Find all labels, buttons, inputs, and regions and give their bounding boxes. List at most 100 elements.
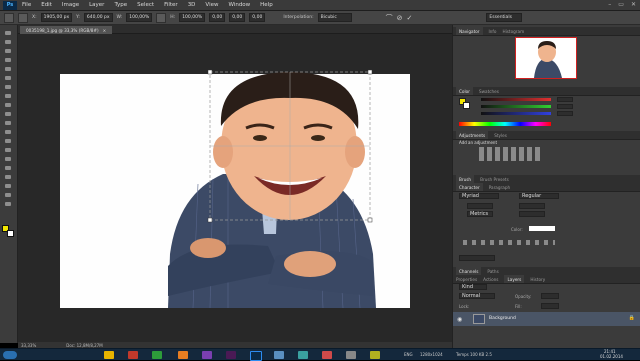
font-family-select[interactable]: Myriad: [459, 193, 499, 199]
v-skew-field[interactable]: 0,00: [249, 13, 266, 22]
quick-select-tool-icon[interactable]: [3, 56, 13, 64]
h-field[interactable]: 100,00%: [179, 13, 206, 22]
opacity-field[interactable]: [541, 293, 559, 299]
font-size-field[interactable]: [467, 203, 493, 209]
menu-filter[interactable]: Filter: [159, 2, 183, 8]
path-select-tool-icon[interactable]: [3, 173, 13, 181]
red-value[interactable]: [557, 97, 573, 102]
document-tab[interactable]: 0035198_1.jpg @ 33,3% (RGB/8#) ×: [20, 26, 113, 34]
tab-styles[interactable]: Styles: [494, 133, 507, 138]
tab-channels[interactable]: Channels: [456, 267, 482, 275]
history-brush-tool-icon[interactable]: [3, 110, 13, 118]
fill-field[interactable]: [541, 303, 559, 309]
explorer-taskbar-icon[interactable]: [104, 351, 114, 359]
menu-type[interactable]: Type: [109, 2, 132, 8]
menu-select[interactable]: Select: [132, 2, 159, 8]
hand-tool-icon[interactable]: [3, 191, 13, 199]
menu-image[interactable]: Image: [57, 2, 84, 8]
pen-tool-icon[interactable]: [3, 155, 13, 163]
tab-adjustments[interactable]: Adjustments: [456, 131, 489, 139]
tab-layers[interactable]: Layers: [504, 275, 525, 283]
kerning-field[interactable]: [519, 211, 545, 217]
background-color-swatch[interactable]: [7, 230, 14, 237]
crop-tool-icon[interactable]: [3, 65, 13, 73]
green-value[interactable]: [557, 104, 573, 109]
commit-transform-icon[interactable]: ✓: [407, 14, 413, 22]
blur-tool-icon[interactable]: [3, 137, 13, 145]
angle-field[interactable]: 0,00: [209, 13, 226, 22]
warp-icon[interactable]: ⌒: [386, 13, 393, 23]
app4-taskbar-icon[interactable]: [322, 351, 332, 359]
tab-actions[interactable]: Actions: [483, 277, 498, 282]
menu-layer[interactable]: Layer: [84, 2, 109, 8]
workspace-select[interactable]: Essentials: [486, 13, 523, 22]
tab-navigator[interactable]: Navigator: [456, 27, 483, 35]
transform-tool-icon[interactable]: [4, 12, 14, 23]
tab-brush-presets[interactable]: Brush Presets: [480, 177, 509, 182]
tracking-field[interactable]: Metrics: [467, 211, 493, 217]
gradient-tool-icon[interactable]: [3, 128, 13, 136]
type-style-buttons[interactable]: [463, 240, 555, 245]
font-style-select[interactable]: Regular: [519, 193, 559, 199]
leading-field[interactable]: [519, 203, 545, 209]
dodge-tool-icon[interactable]: [3, 146, 13, 154]
app3-taskbar-icon[interactable]: [298, 351, 308, 359]
tab-character[interactable]: Character: [456, 183, 483, 191]
tab-brush[interactable]: Brush: [456, 175, 475, 183]
eraser-tool-icon[interactable]: [3, 119, 13, 127]
menu-window[interactable]: Window: [223, 2, 255, 8]
menu-file[interactable]: File: [17, 2, 36, 8]
canvas-area[interactable]: [18, 34, 452, 342]
media-taskbar-icon[interactable]: [128, 351, 138, 359]
menu-view[interactable]: View: [200, 2, 223, 8]
app6-taskbar-icon[interactable]: [370, 351, 380, 359]
adjustment-icons-grid[interactable]: [479, 147, 543, 161]
language-indicator[interactable]: ENG: [404, 352, 413, 357]
zoom-level[interactable]: 33,33%: [21, 343, 36, 348]
x-field[interactable]: 1905,00 px: [40, 13, 73, 22]
start-button[interactable]: [3, 351, 17, 359]
app-taskbar-icon[interactable]: [202, 351, 212, 359]
h-skew-field[interactable]: 0,00: [229, 13, 246, 22]
red-slider[interactable]: [481, 98, 551, 101]
brush-tool-icon[interactable]: [3, 92, 13, 100]
menu-3d[interactable]: 3D: [183, 2, 201, 8]
blue-slider[interactable]: [481, 112, 551, 115]
text-color-swatch[interactable]: [529, 226, 555, 231]
interpolation-select[interactable]: Bicubic: [317, 13, 352, 22]
zoom-tool-icon[interactable]: [3, 200, 13, 208]
clone-stamp-tool-icon[interactable]: [3, 101, 13, 109]
eyedropper-tool-icon[interactable]: [3, 74, 13, 82]
tab-histogram[interactable]: Histogram: [502, 29, 524, 34]
tab-properties[interactable]: Properties: [456, 277, 477, 282]
blend-mode-select[interactable]: Normal: [459, 293, 495, 299]
tab-paragraph[interactable]: Paragraph: [489, 185, 510, 190]
minimize-button[interactable]: –: [608, 1, 611, 8]
color-spectrum[interactable]: [459, 122, 551, 126]
lasso-tool-icon[interactable]: [3, 47, 13, 55]
menu-edit[interactable]: Edit: [36, 2, 57, 8]
shape-tool-icon[interactable]: [3, 182, 13, 190]
chrome-taskbar-icon[interactable]: [152, 351, 162, 359]
maximize-button[interactable]: ▭: [618, 1, 624, 8]
tab-history[interactable]: History: [530, 277, 545, 282]
firefox-taskbar-icon[interactable]: [178, 351, 188, 359]
marquee-tool-icon[interactable]: [3, 38, 13, 46]
after-effects-taskbar-icon[interactable]: [226, 351, 236, 359]
layer-kind-filter[interactable]: Kind: [459, 284, 487, 290]
move-tool-icon[interactable]: [3, 29, 13, 37]
reference-point-icon[interactable]: [18, 12, 28, 23]
tab-info[interactable]: Info: [489, 29, 497, 34]
green-slider[interactable]: [481, 105, 551, 108]
cancel-transform-icon[interactable]: ⊘: [397, 14, 403, 22]
healing-tool-icon[interactable]: [3, 83, 13, 91]
eye-icon[interactable]: ◉: [457, 316, 462, 323]
link-icon[interactable]: [156, 12, 167, 23]
close-button[interactable]: ✕: [631, 1, 636, 8]
tab-paths[interactable]: Paths: [487, 269, 498, 274]
tab-swatches[interactable]: Swatches: [479, 89, 499, 94]
language-select[interactable]: [459, 255, 495, 261]
app2-taskbar-icon[interactable]: [274, 351, 284, 359]
y-field[interactable]: 640,00 px: [83, 13, 113, 22]
blue-value[interactable]: [557, 111, 573, 116]
